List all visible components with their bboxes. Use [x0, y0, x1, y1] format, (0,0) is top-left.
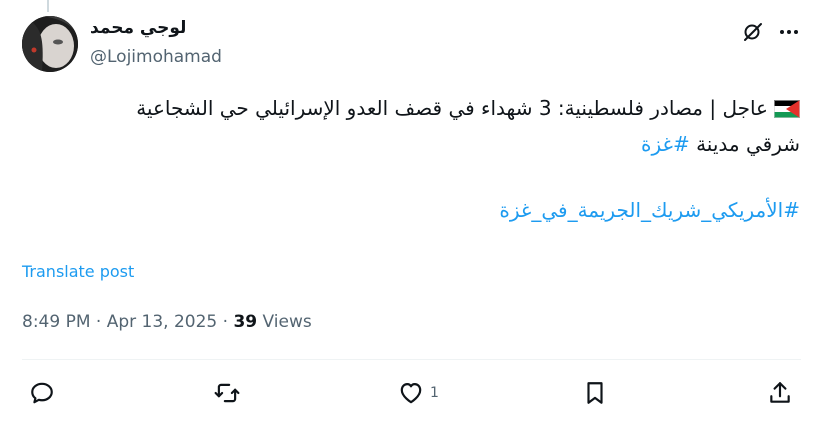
display-name[interactable]: لوجي محمد	[90, 18, 186, 38]
reply-icon	[31, 382, 53, 404]
views-count: 39	[233, 312, 258, 332]
share-icon	[770, 382, 790, 403]
more-options-icon[interactable]	[777, 20, 801, 44]
grok-icon[interactable]	[741, 20, 765, 44]
tweet-text: عاجل | مصادر فلسطينية: 3 شهداء في قصف ال…	[22, 92, 800, 227]
meta-separator: ·	[217, 312, 234, 332]
tweet-date[interactable]: Apr 13, 2025	[107, 312, 218, 332]
bookmark-icon	[587, 382, 603, 404]
retweet-button[interactable]	[214, 380, 240, 406]
tweet-line-1-text: عاجل | مصادر فلسطينية: 3 شهداء في قصف ال…	[136, 96, 768, 120]
tweet-time[interactable]: 8:49 PM	[22, 312, 91, 332]
divider	[22, 359, 801, 360]
heart-icon	[400, 383, 422, 404]
like-count: 1	[430, 385, 439, 401]
share-button[interactable]	[767, 380, 793, 406]
palestine-flag-icon	[774, 95, 800, 128]
tweet-line-2-text: شرقي مدينة	[689, 132, 800, 156]
tweet-meta: 8:49 PM · Apr 13, 2025 · 39 Views	[22, 312, 312, 332]
avatar[interactable]	[22, 16, 78, 72]
thread-connector-line	[47, 0, 49, 12]
bookmark-button[interactable]	[582, 380, 608, 406]
tweet-hashtag-line: #الأمريكي_شريك_الجريمة_في_غزة	[22, 194, 800, 227]
username[interactable]: @Lojimohamad	[90, 47, 222, 67]
retweet-icon	[214, 383, 240, 403]
hashtag-link[interactable]: #الأمريكي_شريك_الجريمة_في_غزة	[499, 198, 800, 222]
meta-separator: ·	[90, 312, 107, 332]
views-label: Views	[257, 312, 312, 332]
translate-post-link[interactable]: Translate post	[22, 262, 134, 281]
reply-button[interactable]	[29, 380, 55, 406]
tweet-line-2: شرقي مدينة #غزة	[22, 128, 800, 161]
tweet-line-1: عاجل | مصادر فلسطينية: 3 شهداء في قصف ال…	[22, 92, 800, 128]
action-bar: 1	[0, 376, 823, 410]
like-button[interactable]: 1	[398, 380, 439, 406]
hashtag-gaza-link[interactable]: #غزة	[641, 132, 690, 156]
